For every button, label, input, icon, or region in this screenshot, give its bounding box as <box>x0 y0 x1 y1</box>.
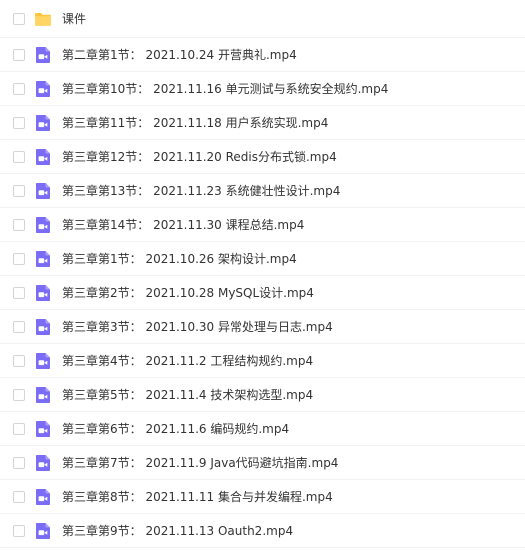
row-checkbox[interactable] <box>13 490 25 503</box>
video-file-icon <box>34 386 52 404</box>
file-name[interactable]: 第三章第5节： 2021.11.4 技术架构选型.mp4 <box>62 388 313 402</box>
video-file-icon <box>34 250 52 268</box>
file-row[interactable]: 第三章第6节： 2021.11.6 编码规约.mp4 <box>0 412 525 446</box>
row-checkbox[interactable] <box>13 48 25 61</box>
video-file-icon <box>34 148 52 166</box>
file-row[interactable]: 第三章第14节： 2021.11.30 课程总结.mp4 <box>0 208 525 242</box>
file-name[interactable]: 第二章第1节： 2021.10.24 开营典礼.mp4 <box>62 48 297 62</box>
video-file-icon <box>34 454 52 472</box>
file-row[interactable]: 第三章第8节： 2021.11.11 集合与并发编程.mp4 <box>0 480 525 514</box>
row-checkbox[interactable] <box>13 524 25 537</box>
row-checkbox[interactable] <box>13 422 25 435</box>
video-file-icon <box>34 114 52 132</box>
row-checkbox[interactable] <box>13 456 25 469</box>
file-row[interactable]: 第三章第3节： 2021.10.30 异常处理与日志.mp4 <box>0 310 525 344</box>
file-row[interactable]: 课件 <box>0 0 525 38</box>
file-name[interactable]: 第三章第2节： 2021.10.28 MySQL设计.mp4 <box>62 286 314 300</box>
file-row[interactable]: 第三章第10节： 2021.11.16 单元测试与系统安全规约.mp4 <box>0 72 525 106</box>
file-row[interactable]: 第三章第13节： 2021.11.23 系统健壮性设计.mp4 <box>0 174 525 208</box>
row-checkbox[interactable] <box>13 218 25 231</box>
file-name[interactable]: 第三章第1节： 2021.10.26 架构设计.mp4 <box>62 252 297 266</box>
row-checkbox[interactable] <box>13 12 25 25</box>
row-checkbox[interactable] <box>13 150 25 163</box>
file-name[interactable]: 第三章第11节： 2021.11.18 用户系统实现.mp4 <box>62 116 328 130</box>
row-checkbox[interactable] <box>13 320 25 333</box>
file-row[interactable]: 第二章第1节： 2021.10.24 开营典礼.mp4 <box>0 38 525 72</box>
video-file-icon <box>34 182 52 200</box>
video-file-icon <box>34 46 52 64</box>
file-name[interactable]: 第三章第6节： 2021.11.6 编码规约.mp4 <box>62 422 289 436</box>
file-row[interactable]: 第三章第12节： 2021.11.20 Redis分布式锁.mp4 <box>0 140 525 174</box>
row-checkbox[interactable] <box>13 286 25 299</box>
row-checkbox[interactable] <box>13 354 25 367</box>
video-file-icon <box>34 216 52 234</box>
row-checkbox[interactable] <box>13 116 25 129</box>
file-row[interactable]: 第三章第1节： 2021.10.26 架构设计.mp4 <box>0 242 525 276</box>
file-name[interactable]: 第三章第4节： 2021.11.2 工程结构规约.mp4 <box>62 354 313 368</box>
row-checkbox[interactable] <box>13 388 25 401</box>
video-file-icon <box>34 522 52 540</box>
video-file-icon <box>34 488 52 506</box>
file-name[interactable]: 第三章第10节： 2021.11.16 单元测试与系统安全规约.mp4 <box>62 82 388 96</box>
video-file-icon <box>34 352 52 370</box>
video-file-icon <box>34 420 52 438</box>
file-list: 课件 第二章第1节： 2021.10.24 开营典礼.mp4 第三章第10节： … <box>0 0 525 556</box>
file-row[interactable]: 第三章第5节： 2021.11.4 技术架构选型.mp4 <box>0 378 525 412</box>
video-file-icon <box>34 284 52 302</box>
file-name[interactable]: 课件 <box>62 12 86 26</box>
row-checkbox[interactable] <box>13 184 25 197</box>
file-name[interactable]: 第三章第8节： 2021.11.11 集合与并发编程.mp4 <box>62 490 333 504</box>
file-row[interactable]: 第三章第7节： 2021.11.9 Java代码避坑指南.mp4 <box>0 446 525 480</box>
video-file-icon <box>34 318 52 336</box>
video-file-icon <box>34 80 52 98</box>
file-row[interactable]: 第三章第9节： 2021.11.13 Oauth2.mp4 <box>0 514 525 548</box>
file-name[interactable]: 第三章第12节： 2021.11.20 Redis分布式锁.mp4 <box>62 150 337 164</box>
file-name[interactable]: 第三章第3节： 2021.10.30 异常处理与日志.mp4 <box>62 320 333 334</box>
folder-icon <box>34 10 52 28</box>
file-row[interactable]: 第三章第4节： 2021.11.2 工程结构规约.mp4 <box>0 344 525 378</box>
row-checkbox[interactable] <box>13 252 25 265</box>
file-name[interactable]: 第三章第9节： 2021.11.13 Oauth2.mp4 <box>62 524 293 538</box>
file-row[interactable]: 第三章第11节： 2021.11.18 用户系统实现.mp4 <box>0 106 525 140</box>
file-name[interactable]: 第三章第13节： 2021.11.23 系统健壮性设计.mp4 <box>62 184 340 198</box>
file-row[interactable]: 第三章第2节： 2021.10.28 MySQL设计.mp4 <box>0 276 525 310</box>
file-name[interactable]: 第三章第14节： 2021.11.30 课程总结.mp4 <box>62 218 304 232</box>
file-name[interactable]: 第三章第7节： 2021.11.9 Java代码避坑指南.mp4 <box>62 456 338 470</box>
row-checkbox[interactable] <box>13 82 25 95</box>
